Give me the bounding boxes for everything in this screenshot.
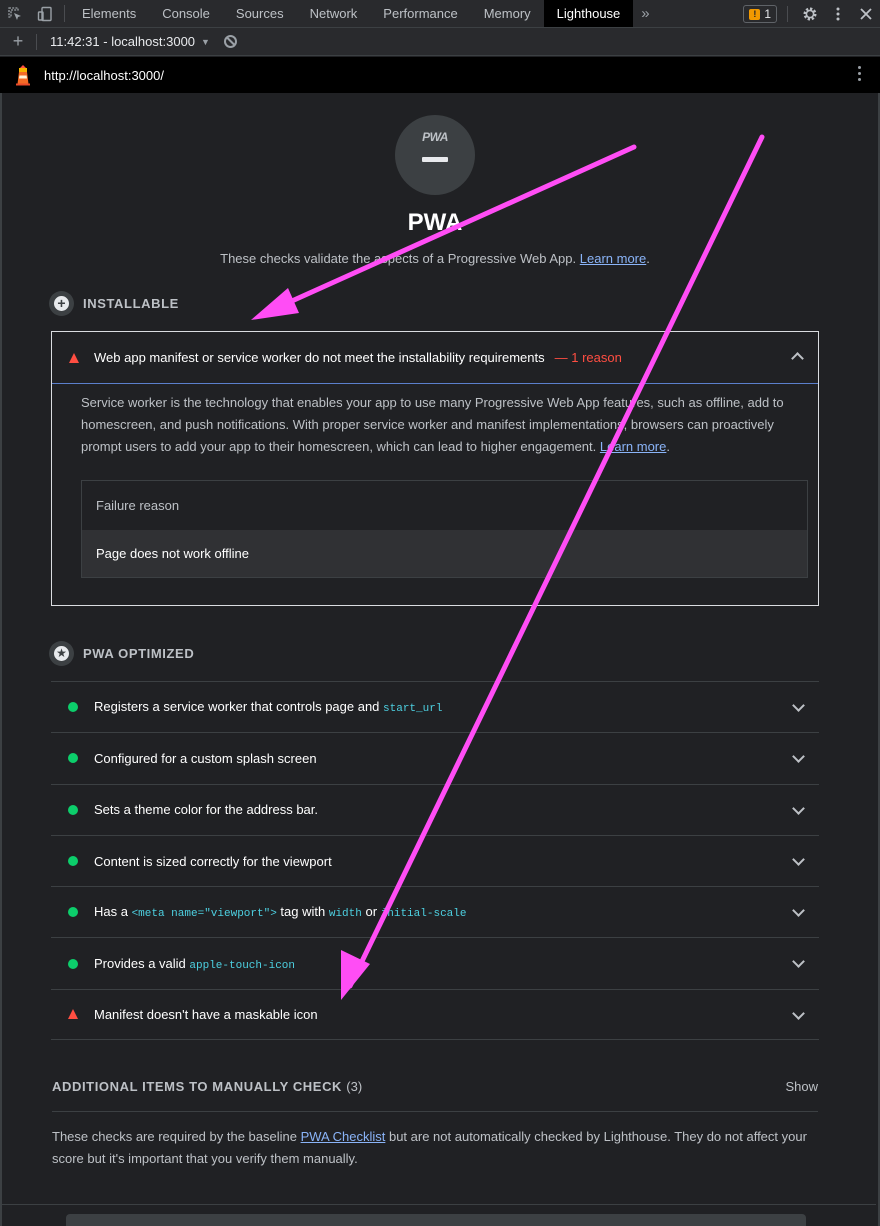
category-learn-more-link[interactable]: Learn more <box>580 251 646 266</box>
chevron-up-icon[interactable] <box>791 352 804 365</box>
report-selector[interactable]: 11:42:31 - localhost:3000 <box>50 34 195 49</box>
audit-row-splash-screen[interactable]: Configured for a custom splash screen <box>51 732 819 783</box>
close-devtools-icon[interactable] <box>852 0 880 28</box>
pwa-badge-gauge: PWA <box>395 115 475 195</box>
audit-title: Content is sized correctly for the viewp… <box>94 853 332 869</box>
category-title: PWA <box>407 209 463 236</box>
more-options-icon[interactable] <box>824 0 852 28</box>
devtools-right-controls: ! 1 <box>743 0 880 28</box>
pwa-gauge-label: PWA <box>422 130 448 144</box>
audit-row-maskable-icon[interactable]: Manifest doesn't have a maskable icon <box>51 988 819 1041</box>
fail-triangle-icon <box>68 1009 78 1020</box>
tab-network[interactable]: Network <box>297 0 371 27</box>
audit-row-content-width[interactable]: Content is sized correctly for the viewp… <box>51 834 819 886</box>
chevron-down-icon[interactable] <box>792 699 805 712</box>
report-url-bar: http://localhost:3000/ <box>0 57 880 93</box>
more-tabs-button[interactable]: » <box>633 0 657 27</box>
audit-title: Sets a theme color for the address bar. <box>94 802 319 818</box>
toolbar-separator <box>64 5 65 22</box>
star-circle-icon: ★ <box>49 641 74 666</box>
pass-circle-icon <box>68 856 78 867</box>
audit-title: Provides a valid apple-touch-icon <box>94 955 296 972</box>
pass-circle-icon <box>68 702 78 713</box>
chevron-down-icon[interactable]: ▼ <box>201 37 210 47</box>
failure-reason-header: Failure reason <box>96 498 180 513</box>
tab-performance[interactable]: Performance <box>370 0 470 27</box>
device-toolbar-icon[interactable] <box>30 0 60 27</box>
pwa-checklist-link[interactable]: PWA Checklist <box>301 1129 386 1144</box>
chevron-down-icon[interactable] <box>792 904 805 918</box>
lighthouse-logo-icon <box>14 64 32 86</box>
manual-checks-header[interactable]: ADDITIONAL ITEMS TO MANUALLY CHECK (3) S… <box>52 1070 818 1112</box>
chevron-down-icon[interactable] <box>792 750 805 764</box>
settings-gear-icon[interactable] <box>796 0 824 28</box>
tab-console[interactable]: Console <box>149 0 223 27</box>
audit-title: Manifest doesn't have a maskable icon <box>94 1006 318 1022</box>
score-dash-icon <box>422 157 448 162</box>
period-text: . <box>666 439 670 454</box>
audit-row-apple-touch-icon[interactable]: Provides a valid apple-touch-icon <box>51 937 819 988</box>
code-initial-scale: initial-scale <box>380 908 467 921</box>
audit-title: Registers a service worker that controls… <box>94 699 443 716</box>
chevron-down-icon[interactable] <box>792 801 805 815</box>
audit-title: Has a <meta name="viewport"> tag with wi… <box>94 904 467 921</box>
installability-audit-header[interactable]: Web app manifest or service worker do no… <box>52 332 818 384</box>
category-description-text: These checks validate the aspects of a P… <box>220 251 577 266</box>
code-apple-touch-icon: apple-touch-icon <box>189 959 296 972</box>
section-divider <box>0 1204 876 1205</box>
period-text: . <box>646 251 650 266</box>
code-width: width <box>328 908 362 921</box>
installable-group-header: + INSTALLABLE <box>49 291 179 316</box>
devtools-tab-bar: Elements Console Sources Network Perform… <box>0 0 880 28</box>
category-description: These checks validate the aspects of a P… <box>0 251 870 266</box>
fail-triangle-icon <box>69 352 79 363</box>
issues-count: 1 <box>764 7 771 21</box>
installable-group-title: INSTALLABLE <box>83 296 179 311</box>
pass-circle-icon <box>68 804 78 815</box>
new-report-button[interactable]: + <box>0 31 36 52</box>
failure-reason-table: Failure reason Page does not work offlin… <box>81 480 808 578</box>
manual-checks-title: ADDITIONAL ITEMS TO MANUALLY CHECK (3) <box>52 1079 363 1094</box>
pass-circle-icon <box>68 958 78 969</box>
report-menu-icon[interactable] <box>858 66 862 84</box>
toolbar-separator <box>787 6 788 22</box>
failure-reason-row: Page does not work offline <box>82 530 807 577</box>
clear-reports-icon[interactable] <box>223 35 237 48</box>
installability-audit-title: Web app manifest or service worker do no… <box>94 350 545 365</box>
installability-description: Service worker is the technology that en… <box>81 392 807 458</box>
code-start-url: start_url <box>383 703 443 716</box>
show-manual-checks-button[interactable]: Show <box>785 1079 818 1094</box>
audit-title: Configured for a custom splash screen <box>94 750 317 766</box>
pwa-optimized-group-header: ★ PWA OPTIMIZED <box>49 641 194 666</box>
installability-learn-more-link[interactable]: Learn more <box>600 439 666 454</box>
installability-description-text: Service worker is the technology that en… <box>81 395 784 454</box>
audit-row-service-worker[interactable]: Registers a service worker that controls… <box>51 681 819 732</box>
pwa-optimized-audit-list: Registers a service worker that controls… <box>51 681 819 1041</box>
tab-memory[interactable]: Memory <box>471 0 544 27</box>
manual-checks-count: (3) <box>346 1079 363 1094</box>
pwa-optimized-group-title: PWA OPTIMIZED <box>83 646 195 661</box>
chevron-down-icon[interactable] <box>792 955 805 969</box>
tab-lighthouse[interactable]: Lighthouse <box>543 0 634 27</box>
chevron-down-icon[interactable] <box>792 1006 805 1020</box>
installability-audit-expanded: Web app manifest or service worker do no… <box>51 331 819 606</box>
lighthouse-toolbar: + 11:42:31 - localhost:3000 ▼ <box>0 28 880 56</box>
pass-circle-icon <box>68 753 78 764</box>
issues-badge[interactable]: ! 1 <box>743 5 777 23</box>
audit-row-viewport[interactable]: Has a <meta name="viewport"> tag with wi… <box>51 886 819 937</box>
chevron-down-icon[interactable] <box>792 853 805 866</box>
audit-row-theme-color[interactable]: Sets a theme color for the address bar. <box>51 783 819 835</box>
tab-sources[interactable]: Sources <box>223 0 297 27</box>
toolbar-separator <box>36 33 37 50</box>
installability-reason-count: — 1 reason <box>554 350 622 365</box>
tab-elements[interactable]: Elements <box>69 0 149 27</box>
pass-circle-icon <box>68 907 78 918</box>
manual-checks-description: These checks are required by the baselin… <box>52 1129 807 1166</box>
report-url: http://localhost:3000/ <box>44 67 164 83</box>
code-meta-viewport: <meta name="viewport"> <box>131 908 277 921</box>
issue-warning-icon: ! <box>749 8 761 20</box>
horizontal-scrollbar[interactable] <box>66 1214 806 1226</box>
plus-circle-icon: + <box>49 291 74 316</box>
inspect-element-icon[interactable] <box>0 0 30 27</box>
